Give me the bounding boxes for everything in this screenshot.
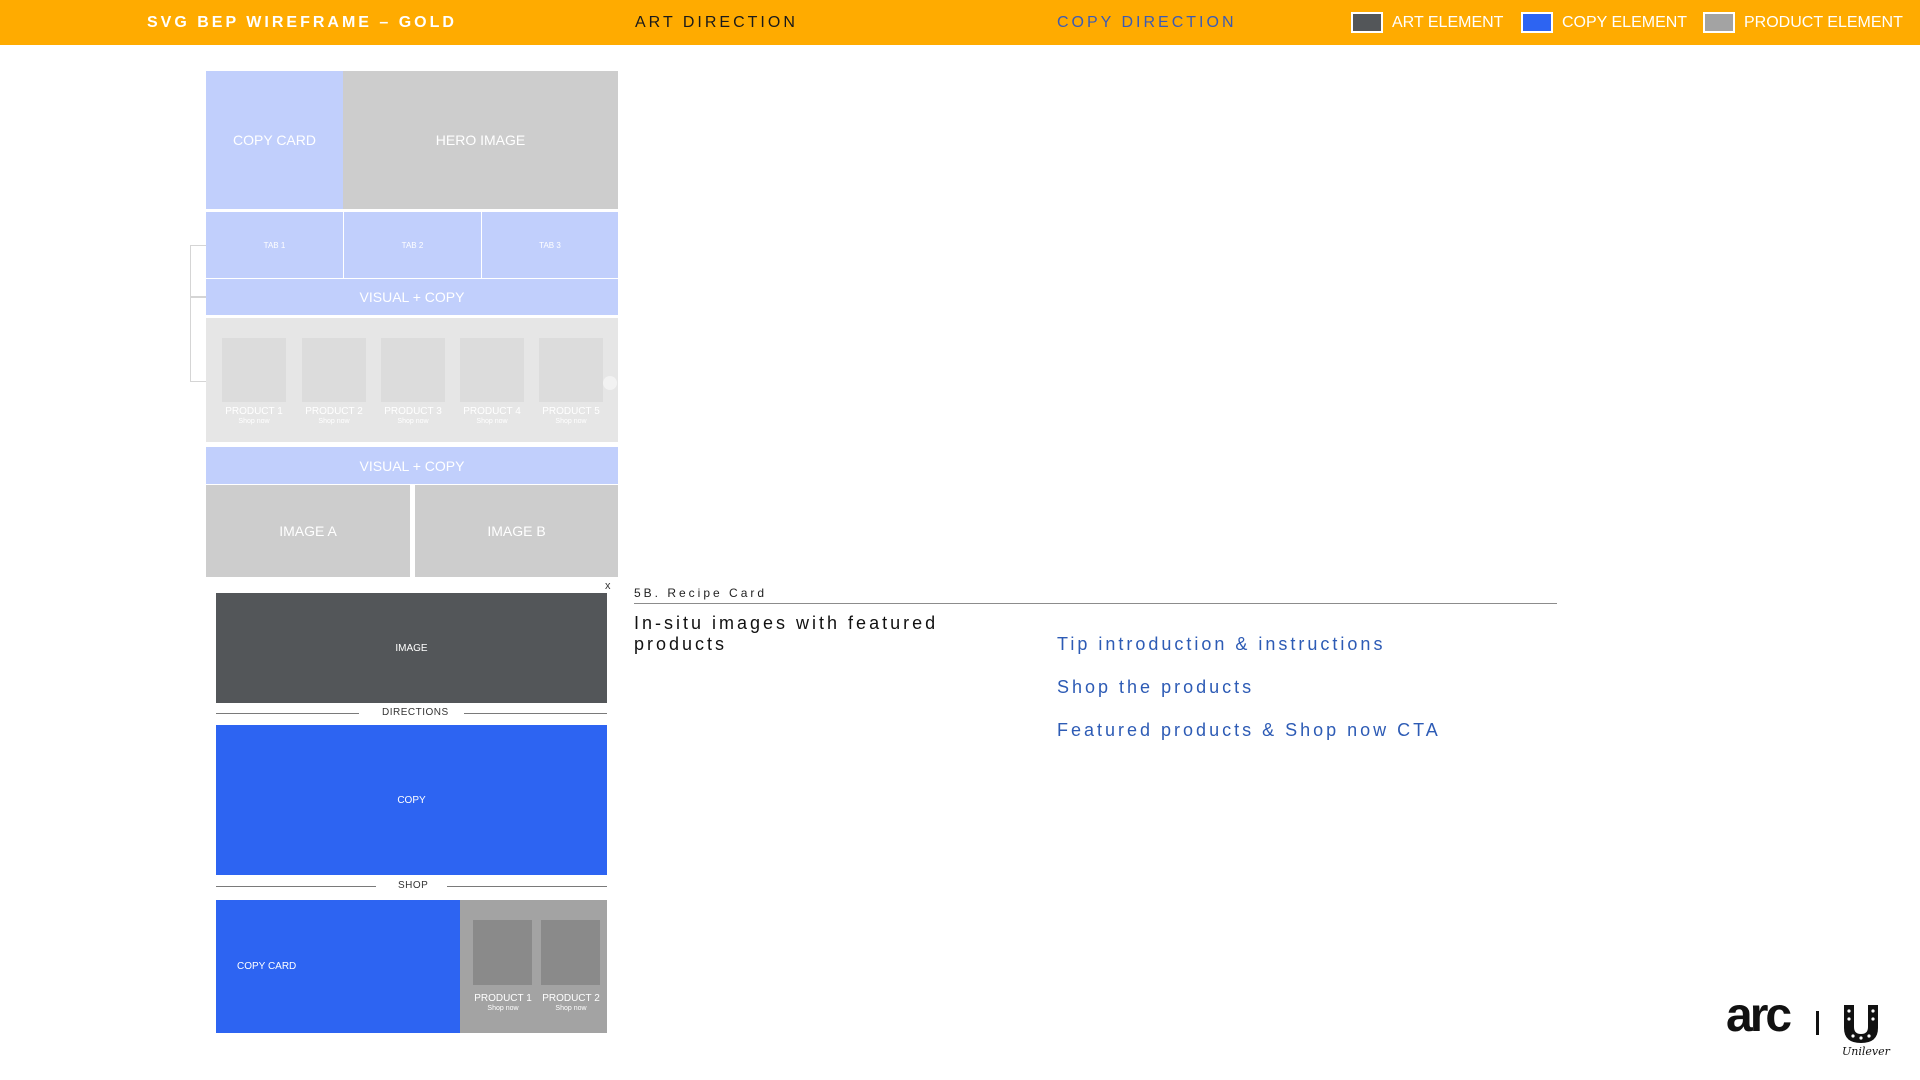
section-label: 5B. Recipe Card [634, 586, 768, 600]
hero-image: HERO IMAGE [343, 71, 618, 209]
legend-swatch-copy [1521, 12, 1553, 33]
unilever-u-icon [1844, 1005, 1878, 1043]
art-direction-heading: ART DIRECTION [635, 14, 798, 31]
tab-1[interactable]: TAB 1 [206, 212, 343, 278]
directions-heading: DIRECTIONS [382, 707, 449, 718]
product-4-image [460, 338, 524, 402]
product-1-label[interactable]: PRODUCT 1 Shop now [214, 406, 294, 426]
shop-copy-card: COPY CARD [216, 900, 460, 1033]
image-a: IMAGE A [206, 485, 410, 577]
product-2-label[interactable]: PRODUCT 2 Shop now [294, 406, 374, 426]
tab-3[interactable]: TAB 3 [482, 212, 618, 278]
top-bar: SVG BEP WIREFRAME – GOLD ART DIRECTION C… [0, 0, 1920, 45]
hero-copy-card: COPY CARD [206, 71, 343, 209]
product-3-image [381, 338, 445, 402]
legend-swatch-product [1703, 12, 1735, 33]
directions-divider-right [464, 713, 607, 714]
image-b: IMAGE B [415, 485, 618, 577]
carousel-next-dot[interactable] [603, 376, 617, 390]
arc-logo: arc [1726, 989, 1792, 1042]
tab-2[interactable]: TAB 2 [344, 212, 481, 278]
copy-direction-item-2: Shop the products [1057, 677, 1255, 697]
section-rule [634, 603, 1557, 604]
modal-close-button[interactable]: x [605, 580, 611, 592]
tab-bracket [190, 245, 206, 297]
product-5-label[interactable]: PRODUCT 5 Shop now [531, 406, 611, 426]
legend-product-element: PRODUCT ELEMENT [1703, 12, 1903, 33]
legend-swatch-art [1351, 12, 1383, 33]
product-1-image [222, 338, 286, 402]
copy-direction-heading: COPY DIRECTION [1057, 14, 1237, 31]
legend-copy-element: COPY ELEMENT [1521, 12, 1687, 33]
legend-label: PRODUCT ELEMENT [1744, 14, 1903, 31]
wireframe-title: SVG BEP WIREFRAME – GOLD [147, 14, 457, 31]
shop-product-1-image [473, 920, 532, 985]
legend-label: ART ELEMENT [1392, 14, 1504, 31]
product-3-label[interactable]: PRODUCT 3 Shop now [373, 406, 453, 426]
unilever-wordmark: Unilever [1842, 1045, 1890, 1058]
shop-heading: SHOP [398, 880, 429, 891]
shop-product-2-image [541, 920, 600, 985]
copy-direction-item-3: Featured products & Shop now CTA [1057, 720, 1441, 740]
tab-bracket [190, 297, 206, 382]
legend-art-element: ART ELEMENT [1351, 12, 1503, 33]
shop-product-1-label[interactable]: PRODUCT 1 Shop now [467, 993, 539, 1013]
logo-separator [1816, 1011, 1819, 1035]
product-5-image [539, 338, 603, 402]
copy-direction-item-1: Tip introduction & instructions [1057, 634, 1386, 654]
art-direction-text: In-situ images with featured products [634, 613, 939, 654]
product-2-image [302, 338, 366, 402]
visual-copy-banner-1: VISUAL + COPY [206, 279, 618, 315]
shop-divider-left [216, 886, 376, 887]
shop-divider-right [447, 886, 607, 887]
recipe-copy: COPY [216, 725, 607, 875]
visual-copy-banner-2: VISUAL + COPY [206, 447, 618, 484]
recipe-image: IMAGE [216, 593, 607, 703]
legend-label: COPY ELEMENT [1562, 14, 1688, 31]
product-4-label[interactable]: PRODUCT 4 Shop now [452, 406, 532, 426]
directions-divider-left [216, 713, 359, 714]
shop-product-2-label[interactable]: PRODUCT 2 Shop now [535, 993, 607, 1013]
